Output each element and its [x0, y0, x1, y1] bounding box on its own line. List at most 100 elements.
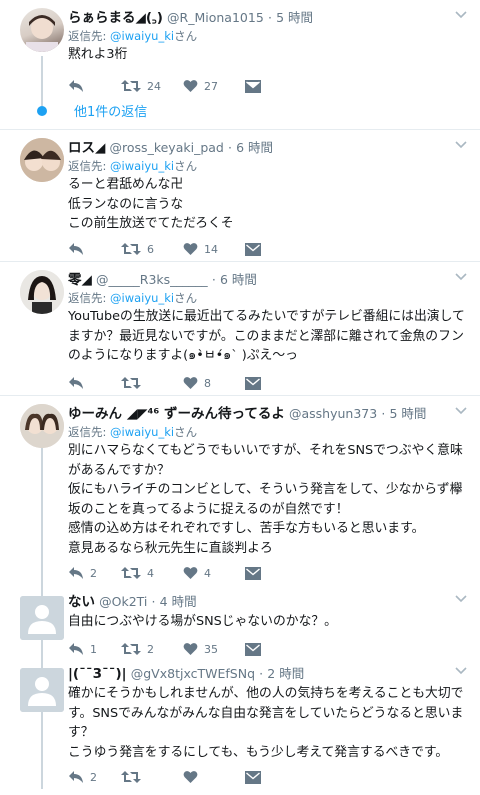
dm-button[interactable]: [245, 242, 261, 256]
reply-button[interactable]: [68, 242, 121, 256]
tweet[interactable]: らぁらまる◢(꜆) @R_Miona1015 · 5 時間 返信先: @iwai…: [0, 0, 480, 130]
retweet-button[interactable]: [121, 770, 183, 784]
reply-count: 2: [90, 566, 97, 580]
retweet-button[interactable]: 4: [121, 566, 183, 580]
display-name[interactable]: ない: [68, 594, 95, 610]
dm-icon: [245, 376, 261, 390]
reply-to-link[interactable]: @iwaiyu_ki: [110, 159, 174, 173]
user-handle[interactable]: @asshyun373: [289, 406, 377, 421]
reply-icon: [69, 377, 83, 389]
reply-button[interactable]: [68, 376, 121, 390]
reply-to-label: 返信先:: [68, 291, 111, 305]
avatar[interactable]: [20, 270, 64, 314]
chevron-down-icon[interactable]: [454, 138, 468, 152]
like-icon: [183, 80, 198, 92]
display-name[interactable]: ロス◢: [68, 140, 105, 156]
retweet-button[interactable]: 2: [121, 642, 183, 656]
avatar[interactable]: [20, 668, 64, 712]
dm-button[interactable]: [245, 642, 261, 656]
tweet-actions: 1 2 35: [68, 640, 261, 658]
like-button[interactable]: 8: [183, 376, 245, 390]
display-name[interactable]: 零◢: [68, 272, 92, 288]
dm-icon: [245, 642, 261, 656]
like-button[interactable]: 4: [183, 566, 245, 580]
timestamp[interactable]: 5 時間: [389, 406, 426, 421]
retweet-icon: [121, 567, 141, 579]
like-button[interactable]: 27: [183, 79, 245, 93]
reply-button[interactable]: 1: [68, 642, 121, 656]
reply-button[interactable]: 2: [68, 566, 121, 580]
timestamp[interactable]: 4 時間: [160, 594, 197, 609]
reply-to-link[interactable]: @iwaiyu_ki: [110, 425, 174, 439]
tweet[interactable]: |(¯¯3¯¯)| @gVx8tjxcTWEfSNq · 2 時間 確かにそうか…: [0, 662, 480, 795]
tweet-header: ない @Ok2Ti · 4 時間: [68, 592, 472, 612]
user-handle[interactable]: @Ok2Ti: [99, 594, 147, 609]
tweet[interactable]: ゆーみん ◢◤⁴⁶ ずーみん待ってるよ @asshyun373 · 5 時間 返…: [0, 396, 480, 590]
timestamp[interactable]: 2 時間: [267, 666, 304, 681]
like-button[interactable]: 35: [183, 642, 245, 656]
reply-to-label: 返信先:: [68, 29, 111, 43]
tweet-header: 零◢ @_____R3ks______ · 6 時間: [68, 270, 472, 290]
like-icon: [183, 243, 198, 255]
reply-button[interactable]: 2: [68, 770, 121, 784]
avatar[interactable]: [20, 596, 64, 640]
tweet-header: ロス◢ @ross_keyaki_pad · 6 時間: [68, 138, 472, 158]
reply-to: 返信先: @iwaiyu_kiさん: [68, 28, 472, 45]
dm-icon: [245, 79, 261, 93]
display-name[interactable]: |(¯¯3¯¯)|: [68, 666, 127, 682]
chevron-down-icon[interactable]: [454, 270, 468, 284]
retweet-button[interactable]: 24: [121, 79, 183, 93]
like-count: 8: [204, 376, 211, 390]
tweet[interactable]: ない @Ok2Ti · 4 時間 自由につぶやける場がSNSじゃないのかな？。 …: [0, 590, 480, 660]
retweet-count: 2: [147, 642, 154, 656]
retweet-icon: [121, 80, 141, 92]
like-button[interactable]: 14: [183, 242, 245, 256]
retweet-button[interactable]: 6: [121, 242, 183, 256]
chevron-down-icon[interactable]: [454, 404, 468, 418]
display-name[interactable]: ゆーみん ◢◤⁴⁶ ずーみん待ってるよ: [68, 406, 285, 422]
tweet-header: ゆーみん ◢◤⁴⁶ ずーみん待ってるよ @asshyun373 · 5 時間: [68, 404, 472, 424]
avatar[interactable]: [20, 404, 64, 448]
separator: ·: [211, 272, 216, 287]
default-avatar-icon: [20, 668, 64, 712]
reply-to-label: 返信先:: [68, 159, 111, 173]
user-handle[interactable]: @ross_keyaki_pad: [110, 140, 224, 155]
dm-button[interactable]: [245, 770, 261, 784]
retweet-icon: [121, 377, 141, 389]
tweet-text: 自由につぶやける場がSNSじゃないのかな？。: [68, 614, 337, 629]
timestamp[interactable]: 5 時間: [276, 10, 313, 25]
dm-button[interactable]: [245, 566, 261, 580]
like-button[interactable]: [183, 770, 245, 784]
tweet[interactable]: ロス◢ @ross_keyaki_pad · 6 時間 返信先: @iwaiyu…: [0, 130, 480, 262]
reply-to-label: 返信先:: [68, 425, 111, 439]
reply-to-link[interactable]: @iwaiyu_ki: [110, 29, 174, 43]
timestamp[interactable]: 6 時間: [220, 272, 257, 287]
chevron-down-icon[interactable]: [454, 592, 468, 606]
reply-to-link[interactable]: @iwaiyu_ki: [110, 291, 174, 305]
reply-button[interactable]: [68, 79, 121, 93]
user-handle[interactable]: @gVx8tjxcTWEfSNq: [131, 666, 255, 681]
avatar-photo: [20, 404, 64, 448]
tweet-actions: 24 27: [68, 77, 261, 95]
retweet-icon: [121, 771, 141, 783]
like-icon: [183, 771, 198, 783]
display-name[interactable]: らぁらまる◢(꜆): [68, 10, 163, 26]
dm-button[interactable]: [245, 79, 261, 93]
chevron-down-icon[interactable]: [454, 8, 468, 22]
retweet-count: 4: [147, 566, 154, 580]
user-handle[interactable]: @_____R3ks______: [96, 272, 208, 287]
like-icon: [183, 643, 198, 655]
tweet-text: YouTubeの生放送に最近出てるみたいですがテレビ番組には出演してますか？最近…: [68, 309, 465, 363]
like-count: 4: [204, 566, 211, 580]
avatar[interactable]: [20, 138, 64, 182]
reply-to: 返信先: @iwaiyu_kiさん: [68, 290, 472, 307]
retweet-button[interactable]: [121, 376, 183, 390]
reply-icon: [69, 243, 83, 255]
timestamp[interactable]: 6 時間: [236, 140, 273, 155]
chevron-down-icon[interactable]: [454, 664, 468, 678]
avatar-photo: [26, 15, 58, 52]
avatar[interactable]: [20, 8, 64, 52]
dm-button[interactable]: [245, 376, 261, 390]
user-handle[interactable]: @R_Miona1015: [167, 10, 264, 25]
tweet[interactable]: 零◢ @_____R3ks______ · 6 時間 返信先: @iwaiyu_…: [0, 262, 480, 396]
